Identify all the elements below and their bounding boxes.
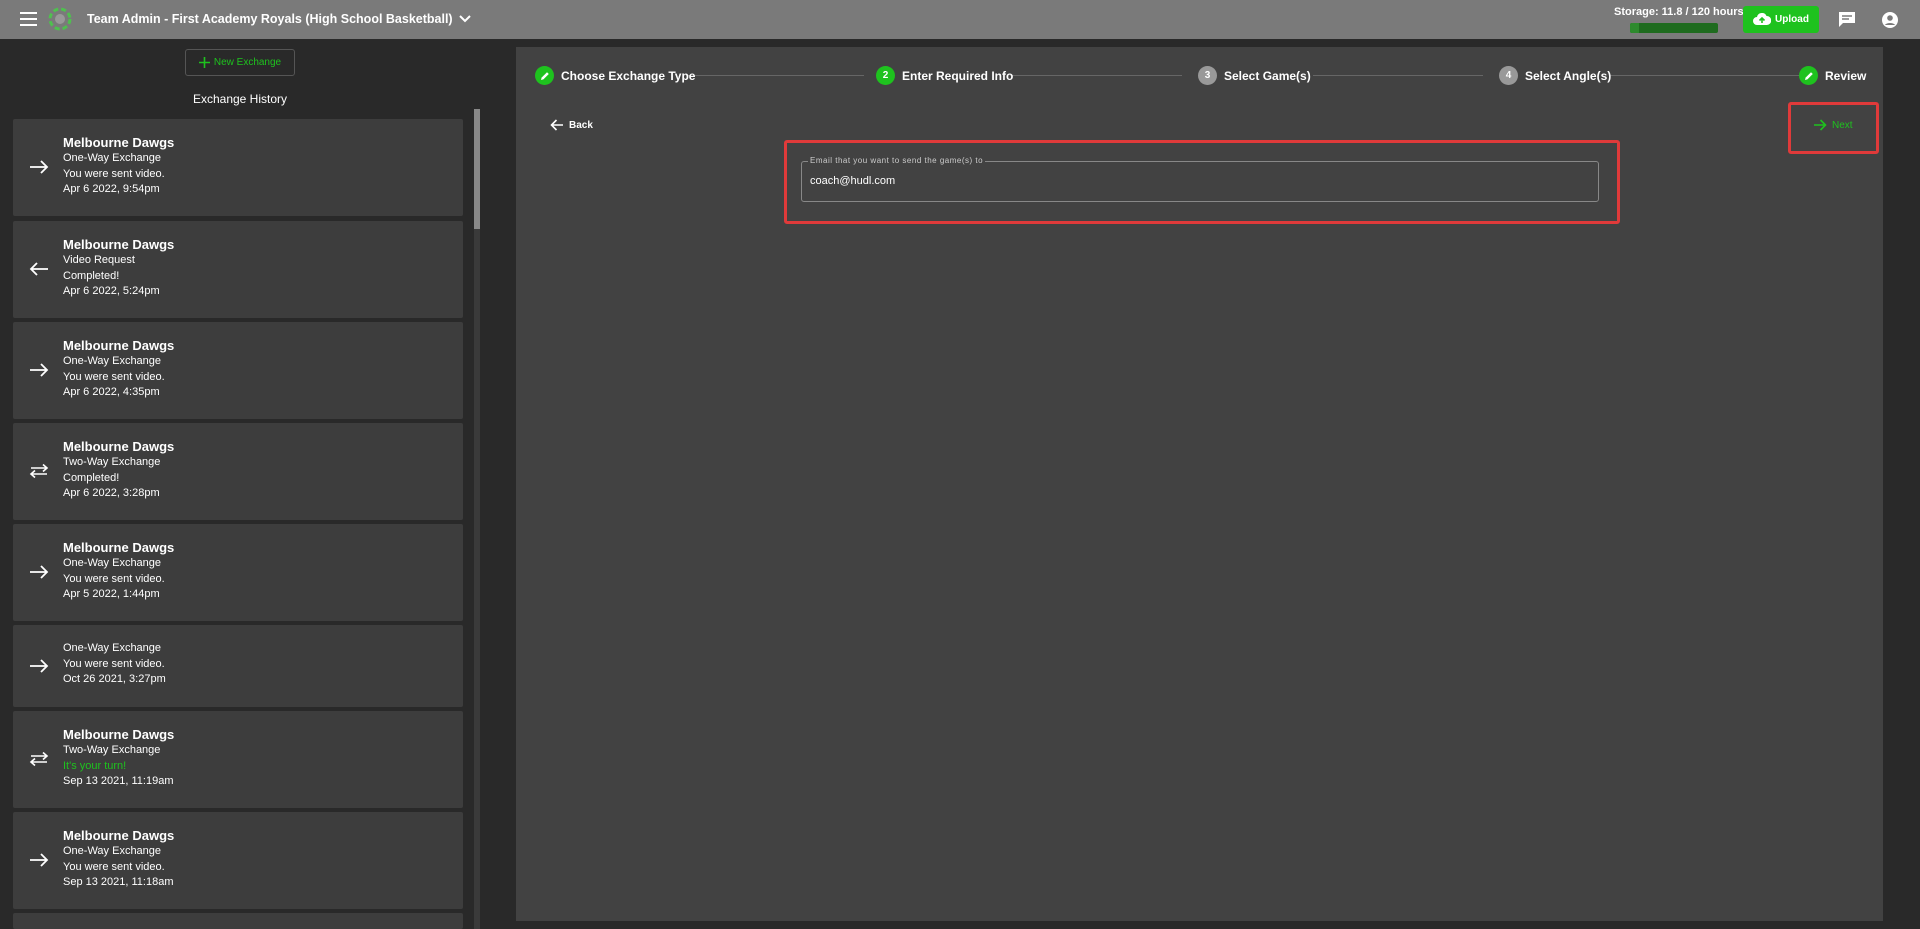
arrow-left-icon (550, 119, 563, 131)
arrow-right-icon (30, 160, 49, 174)
arrow-right-icon (30, 853, 49, 867)
history-status: You were sent video. (63, 860, 165, 873)
team-title: Team Admin - First Academy Royals (High … (87, 12, 453, 26)
email-field[interactable]: Email that you want to send the game(s) … (801, 156, 1599, 202)
storage-bar-fill (1630, 23, 1639, 33)
history-status: You were sent video. (63, 167, 165, 180)
step-number: 2 (876, 66, 895, 85)
next-button[interactable]: Next (1813, 119, 1853, 131)
stepper-line (1313, 75, 1483, 76)
new-exchange-button[interactable]: New Exchange (185, 49, 295, 76)
history-date: Apr 6 2022, 4:35pm (63, 386, 160, 398)
upload-button[interactable]: Upload (1743, 6, 1819, 33)
history-date: Oct 26 2021, 3:27pm (63, 673, 166, 685)
history-type: Video Request (63, 254, 135, 266)
sidebar-scrollbar-thumb[interactable] (474, 109, 480, 229)
exchange-sidebar: New Exchange Exchange History Melbourne … (0, 39, 480, 929)
history-item[interactable]: Melbourne Dawgs One-Way Exchange You wer… (13, 119, 463, 216)
step-number: 4 (1499, 66, 1518, 85)
stepper-line (1010, 75, 1182, 76)
step-label: Choose Exchange Type (561, 68, 696, 83)
history-date: Apr 6 2022, 9:54pm (63, 183, 160, 195)
stepper-line (1609, 75, 1805, 76)
history-team: Melbourne Dawgs (63, 338, 175, 353)
history-item-partial[interactable] (13, 913, 463, 929)
step-label: Review (1825, 68, 1867, 83)
history-team: Melbourne Dawgs (63, 439, 175, 454)
history-type: One-Way Exchange (63, 152, 162, 164)
back-button[interactable]: Back (550, 119, 593, 131)
history-status: You were sent video. (63, 370, 165, 383)
exchange-history-title: Exchange History (192, 92, 288, 106)
exchange-wizard-panel: Choose Exchange Type 2 Enter Required In… (516, 47, 1883, 921)
history-status: It's your turn! (63, 759, 127, 772)
history-date: Sep 13 2021, 11:19am (63, 775, 174, 787)
swap-arrows-icon (29, 463, 49, 479)
history-type: Two-Way Exchange (63, 744, 161, 756)
step-label: Enter Required Info (902, 68, 1014, 83)
history-item[interactable]: Melbourne Dawgs One-Way Exchange You wer… (13, 322, 463, 419)
menu-icon[interactable] (20, 12, 37, 26)
arrow-left-icon (29, 262, 48, 276)
step-enter-required-info[interactable]: 2 Enter Required Info (876, 66, 1013, 85)
team-selector[interactable]: Team Admin - First Academy Royals (High … (87, 12, 471, 26)
cloud-upload-icon (1753, 13, 1772, 25)
history-item[interactable]: Melbourne Dawgs Two-Way Exchange It's yo… (13, 711, 463, 808)
history-date: Apr 6 2022, 3:28pm (63, 487, 160, 499)
pencil-icon (535, 66, 554, 85)
message-icon[interactable] (1838, 11, 1856, 28)
stepper-line (686, 75, 864, 76)
team-logo (48, 7, 72, 31)
history-team: Melbourne Dawgs (63, 828, 175, 843)
swap-arrows-icon (29, 751, 49, 767)
step-review[interactable]: Review (1799, 66, 1866, 85)
history-team: Melbourne Dawgs (63, 237, 175, 252)
back-label: Back (569, 119, 593, 131)
step-label: Select Angle(s) (1525, 68, 1612, 83)
history-status: Completed! (63, 269, 120, 282)
arrow-right-icon (1814, 119, 1827, 131)
history-type: One-Way Exchange (63, 642, 162, 654)
step-select-games[interactable]: 3 Select Game(s) (1198, 66, 1311, 85)
history-date: Apr 5 2022, 1:44pm (63, 588, 160, 600)
arrow-right-icon (30, 565, 49, 579)
history-item[interactable]: Melbourne Dawgs One-Way Exchange You wer… (13, 812, 463, 909)
history-team: Melbourne Dawgs (63, 727, 175, 742)
pencil-icon (1799, 66, 1818, 85)
history-item[interactable]: One-Way Exchange You were sent video. Oc… (13, 625, 463, 707)
top-bar: Team Admin - First Academy Royals (High … (0, 0, 1920, 39)
storage-label: Storage: 11.8 / 120 hours (1614, 6, 1744, 18)
history-team: Melbourne Dawgs (63, 540, 175, 555)
history-date: Sep 13 2021, 11:18am (63, 876, 174, 888)
history-type: One-Way Exchange (63, 845, 162, 857)
arrow-right-icon (30, 659, 49, 673)
step-number: 3 (1198, 66, 1217, 85)
history-status: Completed! (63, 471, 120, 484)
arrow-right-icon (30, 363, 49, 377)
history-type: One-Way Exchange (63, 557, 162, 569)
history-type: Two-Way Exchange (63, 456, 161, 468)
storage-bar (1630, 23, 1718, 33)
history-date: Apr 6 2022, 5:24pm (63, 285, 160, 297)
next-label: Next (1832, 119, 1853, 131)
upload-label: Upload (1775, 14, 1809, 25)
history-item[interactable]: Melbourne Dawgs One-Way Exchange You wer… (13, 524, 463, 621)
chevron-down-icon (458, 15, 471, 23)
email-field-label: Email that you want to send the game(s) … (808, 156, 986, 165)
history-item[interactable]: Melbourne Dawgs Two-Way Exchange Complet… (13, 423, 463, 520)
step-select-angles[interactable]: 4 Select Angle(s) (1499, 66, 1611, 85)
step-choose-exchange-type[interactable]: Choose Exchange Type (535, 66, 695, 85)
history-type: One-Way Exchange (63, 355, 162, 367)
sidebar-scrollbar-track[interactable] (474, 109, 480, 929)
step-label: Select Game(s) (1224, 68, 1311, 83)
history-team: Melbourne Dawgs (63, 135, 175, 150)
new-exchange-label: New Exchange (213, 57, 282, 68)
history-status: You were sent video. (63, 657, 165, 670)
plus-icon (198, 57, 210, 68)
history-status: You were sent video. (63, 572, 165, 585)
email-field-value[interactable]: coach@hudl.com (810, 175, 895, 187)
history-item[interactable]: Melbourne Dawgs Video Request Completed!… (13, 221, 463, 318)
account-icon[interactable] (1881, 11, 1899, 29)
